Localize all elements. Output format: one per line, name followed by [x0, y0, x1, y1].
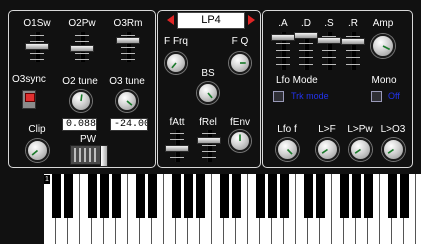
octave-marker: 1	[44, 175, 50, 184]
black-key[interactable]	[171, 174, 181, 218]
lfo-freq-knob[interactable]	[276, 138, 299, 161]
fenv-label: fEnv	[229, 117, 251, 128]
black-key[interactable]	[255, 174, 265, 218]
fq-label: F Q	[231, 36, 249, 47]
o2tune-label: O2 tune	[62, 76, 98, 87]
black-key[interactable]	[111, 174, 121, 218]
sustain-slider-handle[interactable]	[317, 37, 341, 44]
amp-label: Amp	[372, 18, 394, 29]
fatt-label: fAtt	[169, 117, 185, 128]
lfo-to-filter-label: L>F	[318, 124, 336, 135]
decay-slider-handle[interactable]	[294, 32, 318, 39]
o3sync-label: O3sync	[12, 74, 46, 85]
black-key[interactable]	[339, 174, 349, 218]
black-key[interactable]	[183, 174, 193, 218]
o3rm-slider-handle[interactable]	[116, 37, 140, 44]
fatt-slider[interactable]	[165, 130, 189, 162]
lfo-to-filter-knob[interactable]	[316, 138, 339, 161]
black-key[interactable]	[399, 174, 409, 218]
synth-panel: O1Sw O2Pw O3Rm O3sync O2 tune O3 tune 0.…	[0, 0, 421, 244]
o1sw-slider-handle[interactable]	[25, 43, 49, 50]
lfo-freq-label: Lfo f	[277, 124, 297, 135]
decay-slider[interactable]	[294, 32, 318, 70]
black-key[interactable]	[351, 174, 361, 218]
o1sw-slider[interactable]	[25, 32, 49, 62]
o2pw-label: O2Pw	[68, 18, 96, 29]
bs-knob[interactable]	[197, 82, 219, 104]
lfo-mode-checkbox[interactable]	[273, 91, 284, 102]
filter-type-selector[interactable]: LP4	[165, 12, 257, 29]
pw-label: PW	[79, 134, 97, 145]
lfo-mode-value: Trk mode	[291, 91, 329, 101]
amp-knob[interactable]	[371, 34, 395, 58]
lfo-to-pw-label: L>Pw	[347, 124, 373, 135]
o3sync-toggle[interactable]	[22, 90, 36, 109]
o3tune-label: O3 tune	[109, 76, 145, 87]
black-key[interactable]	[195, 174, 205, 218]
mono-value: Off	[388, 91, 400, 101]
attack-label: .A	[278, 18, 288, 29]
release-slider[interactable]	[341, 32, 365, 70]
o3sync-led-icon	[25, 93, 35, 102]
o3rm-slider[interactable]	[116, 32, 140, 62]
lfo-to-pw-knob[interactable]	[349, 138, 372, 161]
mono-label: Mono	[371, 75, 397, 86]
black-key[interactable]	[231, 174, 241, 218]
attack-slider[interactable]	[271, 32, 295, 70]
black-key[interactable]	[387, 174, 397, 218]
black-key[interactable]	[303, 174, 313, 218]
piano-keyboard[interactable]	[44, 174, 421, 244]
o1sw-label: O1Sw	[23, 18, 51, 29]
attack-slider-handle[interactable]	[271, 34, 295, 41]
decay-label: .D	[301, 18, 311, 29]
black-key[interactable]	[135, 174, 145, 218]
black-key[interactable]	[267, 174, 277, 218]
pw-wheel[interactable]	[70, 145, 108, 167]
mono-checkbox[interactable]	[371, 91, 382, 102]
filter-prev-arrow-icon[interactable]	[167, 15, 174, 25]
black-key[interactable]	[99, 174, 109, 218]
bs-label: BS	[201, 68, 215, 79]
lfo-to-o3-label: L>O3	[380, 124, 406, 135]
o2-tune-value-field[interactable]: 0.088	[62, 118, 97, 131]
lfo-mode-label: Lfo Mode	[276, 75, 318, 86]
clip-label: Clip	[28, 124, 46, 135]
sustain-label: .S	[324, 18, 334, 29]
black-key[interactable]	[63, 174, 73, 218]
release-slider-handle[interactable]	[341, 38, 365, 45]
o2pw-slider[interactable]	[70, 32, 94, 62]
filter-envelope-knob[interactable]	[229, 130, 251, 152]
black-key[interactable]	[147, 174, 157, 218]
filter-frequency-knob[interactable]	[165, 52, 187, 74]
lfo-to-o3-knob[interactable]	[382, 138, 405, 161]
filter-next-arrow-icon[interactable]	[248, 15, 255, 25]
black-key[interactable]	[219, 174, 229, 218]
black-key[interactable]	[315, 174, 325, 218]
o2-tune-knob[interactable]	[70, 90, 92, 112]
filter-type-value: LP4	[177, 12, 245, 29]
frel-label: fRel	[199, 117, 217, 128]
release-label: .R	[348, 18, 358, 29]
frel-slider[interactable]	[197, 130, 221, 162]
o3rm-label: O3Rm	[113, 18, 143, 29]
o2pw-slider-handle[interactable]	[70, 45, 94, 52]
clip-knob[interactable]	[26, 139, 49, 162]
o3-tune-knob[interactable]	[116, 90, 138, 112]
pw-wheel-grip[interactable]	[100, 145, 108, 167]
white-key[interactable]	[416, 174, 421, 244]
frel-slider-handle[interactable]	[197, 137, 221, 144]
sustain-slider[interactable]	[317, 32, 341, 70]
black-key[interactable]	[87, 174, 97, 218]
black-key[interactable]	[279, 174, 289, 218]
black-key[interactable]	[51, 174, 61, 218]
fatt-slider-handle[interactable]	[165, 145, 189, 152]
ffrq-label: F Frq	[164, 36, 188, 47]
o3-tune-value-field[interactable]: -24.000	[110, 118, 148, 131]
filter-q-knob[interactable]	[229, 52, 251, 74]
black-key[interactable]	[363, 174, 373, 218]
